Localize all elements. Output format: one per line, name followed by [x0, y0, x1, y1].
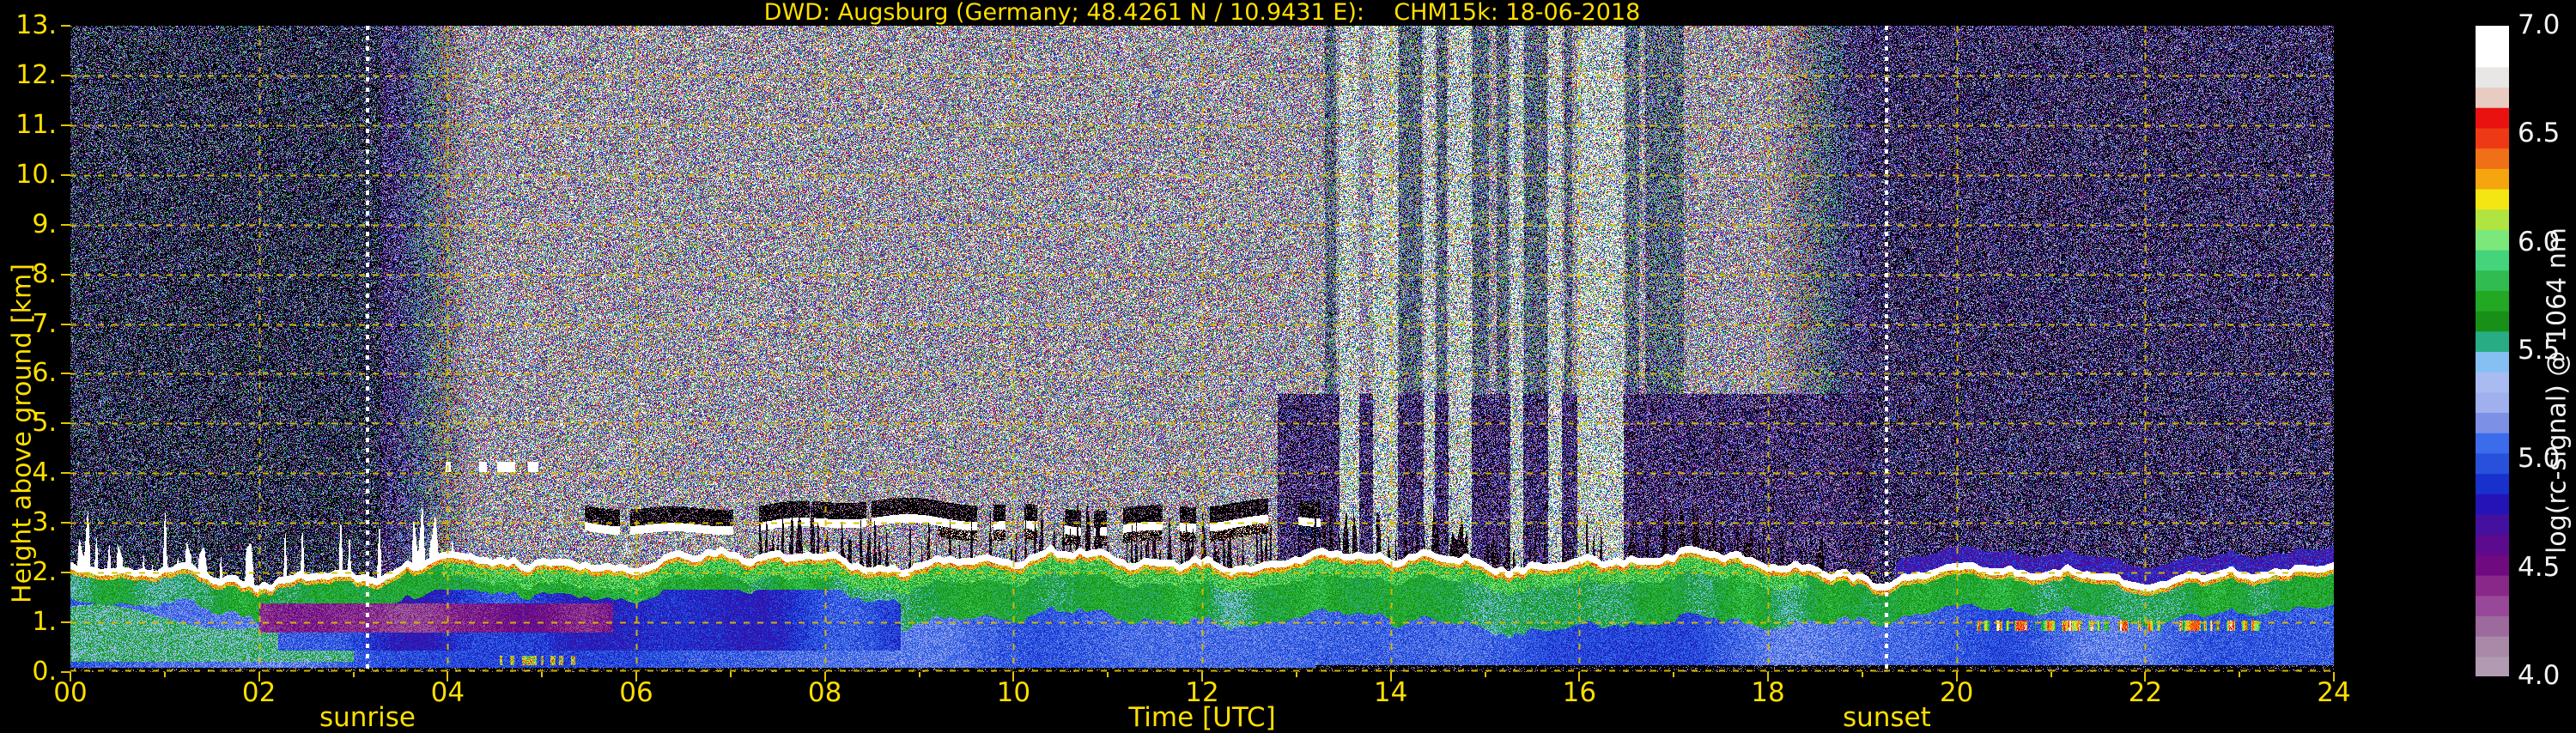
axis-tick-mark	[61, 274, 70, 276]
axis-tick-mark	[2239, 672, 2240, 677]
colorbar-tick-label: 4.0	[2518, 660, 2560, 691]
axis-tick-mark	[1485, 672, 1486, 677]
y-tick-label: 13.	[0, 10, 57, 40]
axis-tick-mark	[1673, 672, 1674, 677]
x-tick-label: 18	[1751, 677, 1784, 708]
axis-tick-mark	[61, 75, 70, 76]
axis-tick-mark	[824, 672, 826, 682]
axis-tick-mark	[61, 572, 70, 573]
sunset-label: sunset	[1843, 702, 1931, 733]
x-tick-label: 02	[242, 677, 276, 708]
colorbar-tick-label: 6.0	[2518, 227, 2560, 257]
axis-tick-mark	[2050, 672, 2052, 677]
y-tick-label: 10.	[0, 160, 57, 190]
axis-tick-mark	[61, 422, 70, 424]
y-tick-label: 11.	[0, 110, 57, 140]
axis-tick-mark	[164, 672, 166, 677]
y-tick-label: 1.	[0, 607, 57, 637]
colorbar	[2476, 26, 2509, 676]
y-tick-label: 6.	[0, 358, 57, 388]
sunrise-label: sunrise	[319, 702, 416, 733]
axis-tick-mark	[2144, 672, 2146, 682]
axis-tick-mark	[61, 621, 70, 623]
chart-title: DWD: Augsburg (Germany; 48.4261 N / 10.9…	[70, 0, 2334, 26]
x-tick-label: 04	[431, 677, 465, 708]
axis-tick-mark	[1201, 672, 1203, 682]
colorbar-tick-label: 4.5	[2518, 552, 2560, 583]
axis-tick-mark	[61, 671, 70, 673]
x-tick-label: 10	[997, 677, 1030, 708]
axis-tick-mark	[1862, 672, 1863, 677]
axis-tick-mark	[447, 672, 448, 682]
axis-tick-mark	[61, 174, 70, 176]
x-tick-label: 12	[1185, 677, 1218, 708]
y-tick-label: 5.	[0, 408, 57, 438]
axis-tick-mark	[1107, 672, 1109, 677]
axis-tick-mark	[61, 373, 70, 374]
axis-tick-mark	[1296, 672, 1297, 677]
axis-tick-mark	[2333, 672, 2335, 682]
y-tick-label: 4.	[0, 457, 57, 488]
axis-tick-mark	[353, 672, 355, 677]
y-tick-label: 2.	[0, 557, 57, 587]
axis-tick-mark	[1578, 672, 1580, 682]
x-tick-label: 14	[1374, 677, 1407, 708]
axis-tick-mark	[635, 672, 637, 682]
axis-tick-mark	[61, 472, 70, 474]
y-tick-label: 7.	[0, 309, 57, 339]
y-tick-label: 3.	[0, 507, 57, 537]
axis-tick-mark	[1012, 672, 1014, 682]
axis-tick-mark	[730, 672, 732, 677]
ceilometer-quicklook-figure: DWD: Augsburg (Germany; 48.4261 N / 10.9…	[0, 0, 2576, 730]
axis-tick-mark	[61, 324, 70, 325]
x-tick-label: 08	[808, 677, 841, 708]
colorbar-label: log(rc-signal) @ 1064 nm	[2543, 227, 2573, 554]
axis-tick-mark	[1956, 672, 1958, 682]
axis-tick-mark	[61, 25, 70, 27]
y-tick-label: 12.	[0, 60, 57, 90]
colorbar-tick-label: 6.5	[2518, 118, 2560, 148]
heatmap-canvas	[70, 26, 2334, 672]
x-tick-label: 20	[1940, 677, 1973, 708]
axis-tick-mark	[541, 672, 543, 677]
axis-tick-mark	[258, 672, 260, 682]
axis-tick-mark	[1390, 672, 1392, 682]
axis-tick-mark	[61, 522, 70, 524]
colorbar-tick-label: 5.5	[2518, 335, 2560, 366]
axis-tick-mark	[70, 672, 71, 682]
axis-tick-mark	[1767, 672, 1769, 682]
x-tick-label: 16	[1563, 677, 1596, 708]
x-tick-label: 22	[2129, 677, 2162, 708]
colorbar-tick-label: 7.0	[2518, 9, 2560, 40]
axis-tick-mark	[919, 672, 920, 677]
y-tick-label: 0.	[0, 657, 57, 687]
y-tick-label: 9.	[0, 209, 57, 239]
axis-tick-mark	[61, 224, 70, 226]
axis-tick-mark	[61, 124, 70, 126]
x-tick-label: 24	[2317, 677, 2350, 708]
x-tick-label: 00	[53, 677, 87, 708]
y-tick-label: 8.	[0, 259, 57, 289]
x-tick-label: 06	[619, 677, 653, 708]
colorbar-tick-label: 5.0	[2518, 443, 2560, 474]
